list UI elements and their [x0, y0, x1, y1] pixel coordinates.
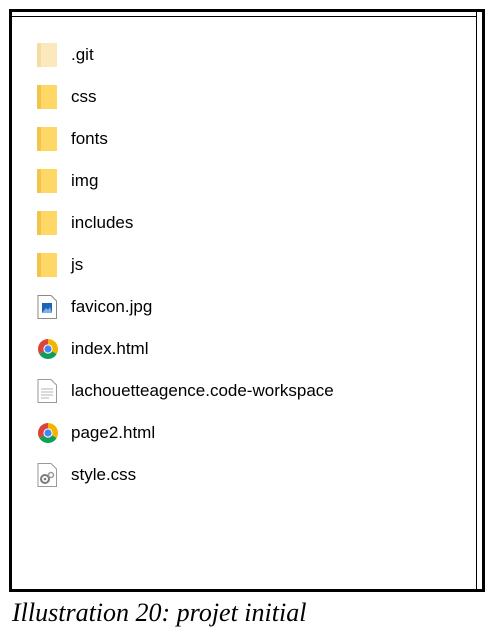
list-item[interactable]: favicon.jpg: [37, 286, 334, 328]
file-list: .git css fonts img includes js favicon.j…: [37, 34, 334, 496]
list-item[interactable]: fonts: [37, 118, 334, 160]
explorer-frame: .git css fonts img includes js favicon.j…: [9, 9, 485, 592]
file-name: fonts: [71, 129, 108, 148]
file-name: page2.html: [71, 423, 156, 442]
figure-caption: Illustration 20: projet initial: [12, 598, 307, 627]
list-item[interactable]: index.html: [37, 328, 334, 370]
chrome-icon: [37, 420, 63, 446]
file-name: style.css: [71, 465, 137, 484]
text-file-icon: [37, 378, 63, 404]
file-name: js: [71, 255, 84, 274]
list-item[interactable]: page2.html: [37, 412, 334, 454]
css-file-icon: [37, 462, 63, 488]
folder-hidden-icon: [37, 42, 63, 68]
list-item[interactable]: css: [37, 76, 334, 118]
image-file-icon: [37, 294, 63, 320]
folder-icon: [37, 168, 63, 194]
frame-top-edge: [12, 12, 482, 17]
list-item[interactable]: .git: [37, 34, 334, 76]
file-name: favicon.jpg: [71, 297, 153, 316]
chrome-icon: [37, 336, 63, 362]
list-item[interactable]: lachouetteagence.code-workspace: [37, 370, 334, 412]
list-item[interactable]: img: [37, 160, 334, 202]
file-name: .git: [71, 45, 94, 64]
file-name: lachouetteagence.code-workspace: [71, 381, 334, 400]
folder-icon: [37, 210, 63, 236]
folder-icon: [37, 84, 63, 110]
frame-right-edge: [476, 12, 482, 589]
file-name: img: [71, 171, 99, 190]
list-item[interactable]: js: [37, 244, 334, 286]
file-name: index.html: [71, 339, 149, 358]
folder-icon: [37, 126, 63, 152]
folder-icon: [37, 252, 63, 278]
file-name: css: [71, 87, 97, 106]
list-item[interactable]: includes: [37, 202, 334, 244]
file-name: includes: [71, 213, 134, 232]
list-item[interactable]: style.css: [37, 454, 334, 496]
